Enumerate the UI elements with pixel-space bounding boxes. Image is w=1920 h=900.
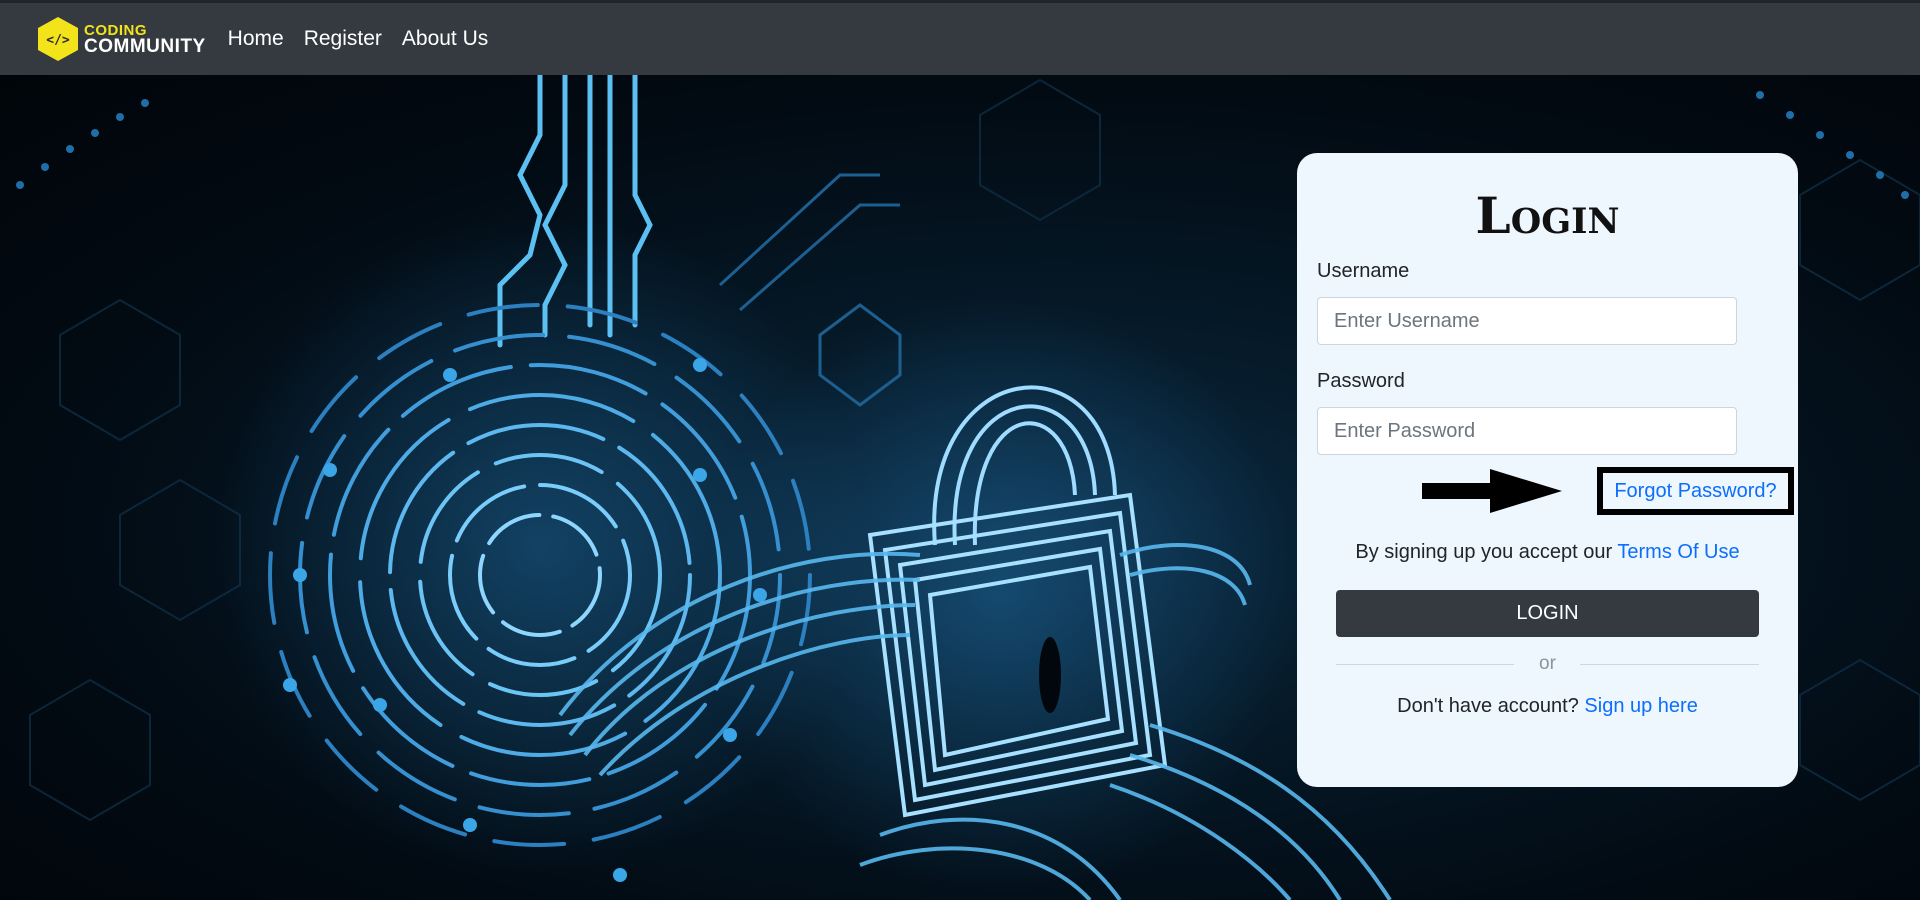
arrow-right-icon (1422, 469, 1562, 513)
terms-notice: By signing up you accept our Terms Of Us… (1297, 541, 1798, 564)
brand-logo[interactable]: </> CODING COMMUNITY (36, 16, 206, 62)
signup-prompt: Don't have account? Sign up here (1297, 695, 1798, 718)
forgot-password-link[interactable]: Forgot Password? (1614, 480, 1776, 503)
nav-register-link[interactable]: Register (304, 27, 382, 51)
terms-text: By signing up you accept our (1355, 541, 1618, 563)
navbar: </> CODING COMMUNITY Home Register About… (0, 0, 1920, 75)
password-input[interactable] (1317, 407, 1737, 455)
username-label: Username (1317, 260, 1410, 282)
sign-up-link[interactable]: Sign up here (1584, 695, 1697, 717)
code-brackets-icon: </> (38, 17, 78, 61)
terms-of-use-link[interactable]: Terms Of Use (1617, 541, 1739, 563)
login-card: Login Username Password Forgot Password?… (1297, 153, 1798, 787)
password-label: Password (1317, 370, 1405, 392)
login-title: Login (1475, 186, 1620, 245)
svg-text:</>: </> (46, 33, 70, 48)
nav-home-link[interactable]: Home (228, 27, 284, 51)
divider-right (1580, 664, 1759, 665)
nav-about-link[interactable]: About Us (402, 27, 488, 51)
signup-text: Don't have account? (1397, 695, 1585, 717)
brand-name-bottom: COMMUNITY (84, 35, 206, 57)
forgot-password-highlight: Forgot Password? (1597, 467, 1794, 515)
username-input[interactable] (1317, 297, 1737, 345)
login-button[interactable]: LOGIN (1336, 590, 1759, 637)
